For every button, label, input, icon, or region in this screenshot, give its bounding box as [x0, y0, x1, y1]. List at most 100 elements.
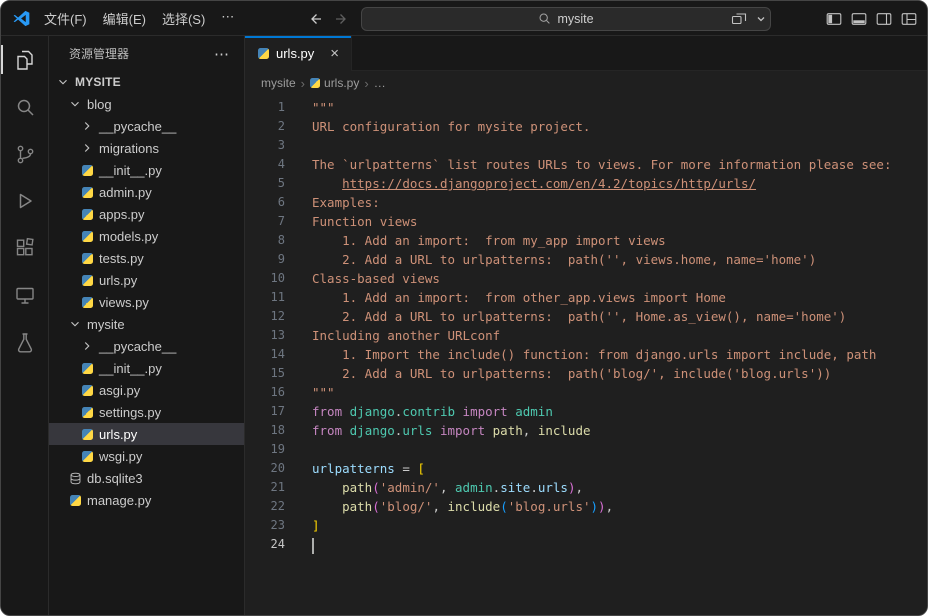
- code-line[interactable]: 8 1. Add an import: from my_app import v…: [245, 231, 927, 250]
- tree-item-__pycache__[interactable]: __pycache__: [49, 115, 244, 137]
- back-icon[interactable]: [307, 11, 323, 27]
- code-line[interactable]: 12 2. Add a URL to urlpatterns: path('',…: [245, 307, 927, 326]
- breadcrumb-item[interactable]: urls.py: [310, 76, 359, 90]
- tree-item-tests.py[interactable]: tests.py: [49, 247, 244, 269]
- menu-item[interactable]: 选择(S): [154, 6, 213, 31]
- code-line[interactable]: 2 URL configuration for mysite project.: [245, 117, 927, 136]
- line-number: 10: [270, 271, 285, 285]
- command-center: mysite: [307, 1, 771, 36]
- code-line[interactable]: 14 1. Import the include() function: fro…: [245, 345, 927, 364]
- chevron-right-icon: [79, 118, 95, 134]
- line-number: 22: [270, 499, 285, 513]
- tree-item-db.sqlite3[interactable]: db.sqlite3: [49, 467, 244, 489]
- code-editor[interactable]: 1 """ 2 URL configuration for mysite projec…: [245, 95, 927, 615]
- code-line[interactable]: 5 https://docs.djangoproject.com/en/4.2/…: [245, 174, 927, 193]
- tree-item-asgi.py[interactable]: asgi.py: [49, 379, 244, 401]
- line-content: path('blog/', include('blog.urls')),: [342, 499, 614, 514]
- tree-item-__init__.py[interactable]: __init__.py: [49, 159, 244, 181]
- python-file-icon: [79, 164, 95, 176]
- line-content: 1. Add an import: from other_app.views i…: [312, 290, 726, 305]
- tab-urls-py[interactable]: urls.py ×: [245, 36, 353, 71]
- tree-item-urls.py[interactable]: urls.py: [49, 423, 244, 445]
- line-content: Class-based views: [312, 271, 440, 286]
- tree-item-label: settings.py: [99, 404, 162, 420]
- code-line[interactable]: 23]: [245, 516, 927, 535]
- line-content: ]: [312, 518, 320, 533]
- line-number: 4: [277, 157, 285, 171]
- more-actions-icon[interactable]: ⋯: [214, 45, 230, 63]
- code-line[interactable]: 13 Including another URLconf: [245, 326, 927, 345]
- code-line[interactable]: 3: [245, 136, 927, 155]
- code-line[interactable]: 1 """: [245, 98, 927, 117]
- code-line[interactable]: 15 2. Add a URL to urlpatterns: path('bl…: [245, 364, 927, 383]
- extensions-icon[interactable]: [1, 224, 49, 271]
- breadcrumb-item[interactable]: mysite: [261, 76, 296, 90]
- forward-icon[interactable]: [334, 11, 350, 27]
- tree-item-models.py[interactable]: models.py: [49, 225, 244, 247]
- tree-item-wsgi.py[interactable]: wsgi.py: [49, 445, 244, 467]
- close-icon[interactable]: ×: [328, 46, 341, 61]
- tree-item-blog[interactable]: blog: [49, 93, 244, 115]
- tab-label: urls.py: [276, 46, 315, 61]
- explorer-title: 资源管理器: [69, 47, 130, 61]
- toggle-panel-icon[interactable]: [851, 11, 867, 27]
- chevron-down-icon: [55, 74, 71, 90]
- code-line[interactable]: 11 1. Add an import: from other_app.view…: [245, 288, 927, 307]
- customize-layout-icon[interactable]: [901, 11, 917, 27]
- tree-item-settings.py[interactable]: settings.py: [49, 401, 244, 423]
- chevron-down-icon[interactable]: [756, 14, 766, 24]
- command-center-search[interactable]: mysite: [361, 6, 771, 31]
- code-line[interactable]: 20 urlpatterns = [: [245, 459, 927, 478]
- tree-item-manage.py[interactable]: manage.py: [49, 489, 244, 511]
- tree-item-urls.py[interactable]: urls.py: [49, 269, 244, 291]
- source-control-icon[interactable]: [1, 130, 49, 177]
- tree-item-label: admin.py: [99, 184, 152, 200]
- multi-window-icon[interactable]: [731, 11, 747, 27]
- tree-item-__pycache__[interactable]: __pycache__: [49, 335, 244, 357]
- run-debug-icon[interactable]: [1, 177, 49, 224]
- menu-item[interactable]: ⋯: [213, 6, 242, 31]
- line-number: 13: [270, 328, 285, 342]
- explorer-icon[interactable]: [1, 36, 49, 83]
- search-icon[interactable]: [1, 83, 49, 130]
- code-line[interactable]: 7 Function views: [245, 212, 927, 231]
- line-number: 5: [277, 176, 285, 190]
- code-line[interactable]: 10 Class-based views: [245, 269, 927, 288]
- search-value: mysite: [557, 11, 594, 26]
- code-line[interactable]: 24: [245, 535, 927, 554]
- file-tree: MYSITE blog __pycache__ migrations __init__.…: [49, 71, 244, 615]
- code-line[interactable]: 6 Examples:: [245, 193, 927, 212]
- code-line[interactable]: 22 path('blog/', include('blog.urls')),: [245, 497, 927, 516]
- remote-explorer-icon[interactable]: [1, 271, 49, 318]
- code-line[interactable]: 16 """: [245, 383, 927, 402]
- line-content: Examples:: [312, 195, 380, 210]
- line-number: 2: [277, 119, 285, 133]
- tree-item-__init__.py[interactable]: __init__.py: [49, 357, 244, 379]
- tree-item-views.py[interactable]: views.py: [49, 291, 244, 313]
- code-line[interactable]: 4 The `urlpatterns` list routes URLs to v…: [245, 155, 927, 174]
- tree-item-apps.py[interactable]: apps.py: [49, 203, 244, 225]
- line-number: 3: [277, 138, 285, 152]
- tree-item-migrations[interactable]: migrations: [49, 137, 244, 159]
- line-content: path('admin/', admin.site.urls),: [342, 480, 584, 495]
- code-line[interactable]: 18 from django.urls import path, include: [245, 421, 927, 440]
- code-line[interactable]: 9 2. Add a URL to urlpatterns: path('', …: [245, 250, 927, 269]
- toggle-secondary-sidebar-icon[interactable]: [876, 11, 892, 27]
- code-line[interactable]: 19: [245, 440, 927, 459]
- tree-item-admin.py[interactable]: admin.py: [49, 181, 244, 203]
- tree-item-mysite[interactable]: mysite: [49, 313, 244, 335]
- menu-item[interactable]: 文件(F): [36, 6, 95, 31]
- toggle-primary-sidebar-icon[interactable]: [826, 11, 842, 27]
- tree-item-label: urls.py: [99, 272, 138, 288]
- line-content: https://docs.djangoproject.com/en/4.2/to…: [342, 176, 757, 191]
- code-line[interactable]: 17 from django.contrib import admin: [245, 402, 927, 421]
- tree-item-MYSITE[interactable]: MYSITE: [49, 71, 244, 93]
- layout-controls: [731, 1, 917, 36]
- breadcrumb-item[interactable]: …: [374, 76, 386, 90]
- tree-item-label: MYSITE: [75, 75, 121, 89]
- code-line[interactable]: 21 path('admin/', admin.site.urls),: [245, 478, 927, 497]
- chevron-right-icon: [79, 338, 95, 354]
- testing-icon[interactable]: [1, 318, 49, 365]
- tree-item-label: asgi.py: [99, 382, 141, 398]
- menu-item[interactable]: 编辑(E): [95, 6, 154, 31]
